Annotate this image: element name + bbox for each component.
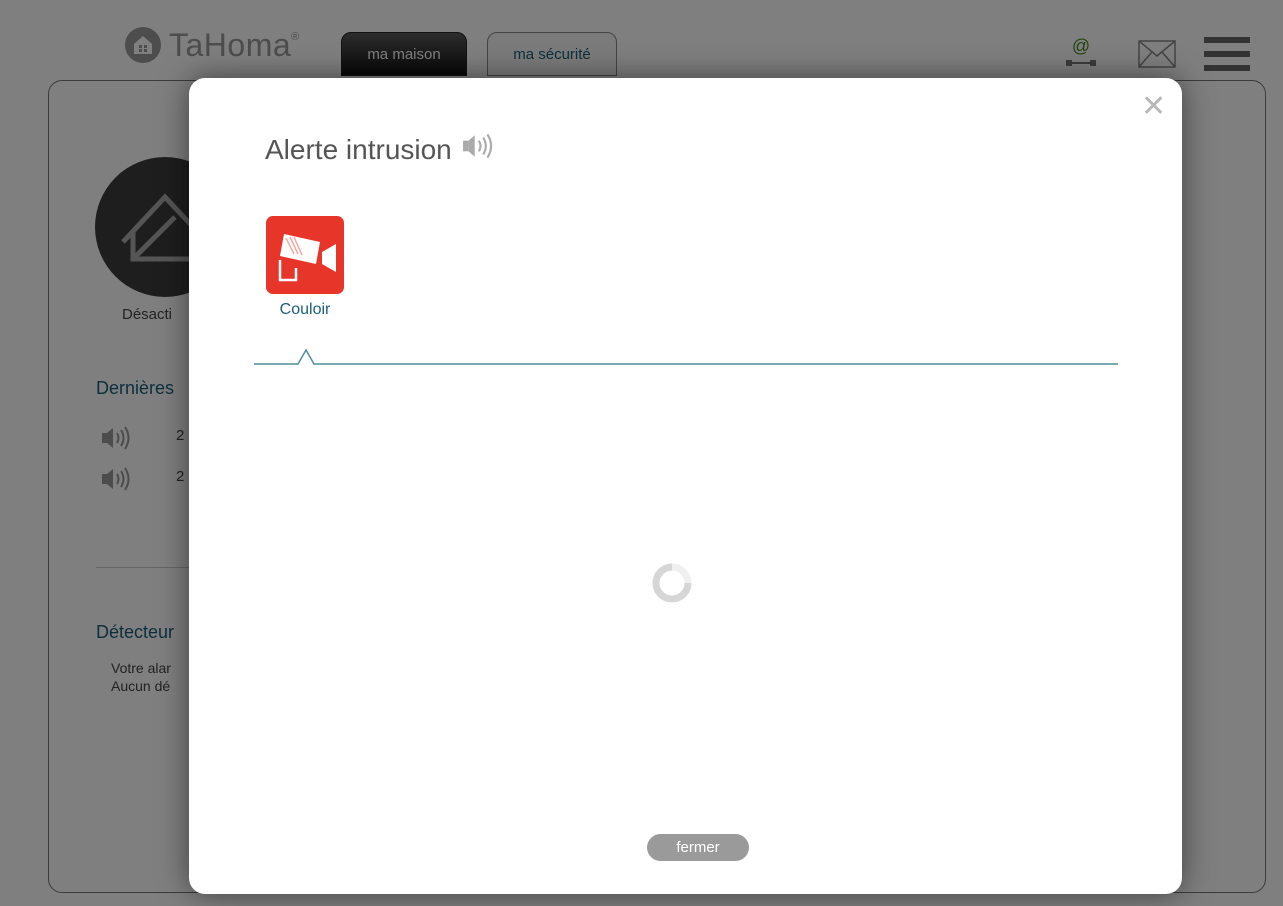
close-icon[interactable]: ✕	[1141, 92, 1166, 122]
security-camera-icon	[278, 234, 336, 282]
spinner-icon	[652, 563, 692, 603]
close-button[interactable]: fermer	[647, 834, 749, 861]
device-selector-divider	[254, 348, 1118, 365]
modal-title: Alerte intrusion	[265, 132, 498, 167]
modal-title-text: Alerte intrusion	[265, 133, 452, 165]
speaker-icon	[462, 132, 498, 167]
device-tile-couloir[interactable]	[266, 216, 344, 294]
intrusion-alert-modal: ✕ Alerte intrusion Couloir fermer	[189, 78, 1182, 894]
device-label-couloir[interactable]: Couloir	[264, 301, 346, 319]
